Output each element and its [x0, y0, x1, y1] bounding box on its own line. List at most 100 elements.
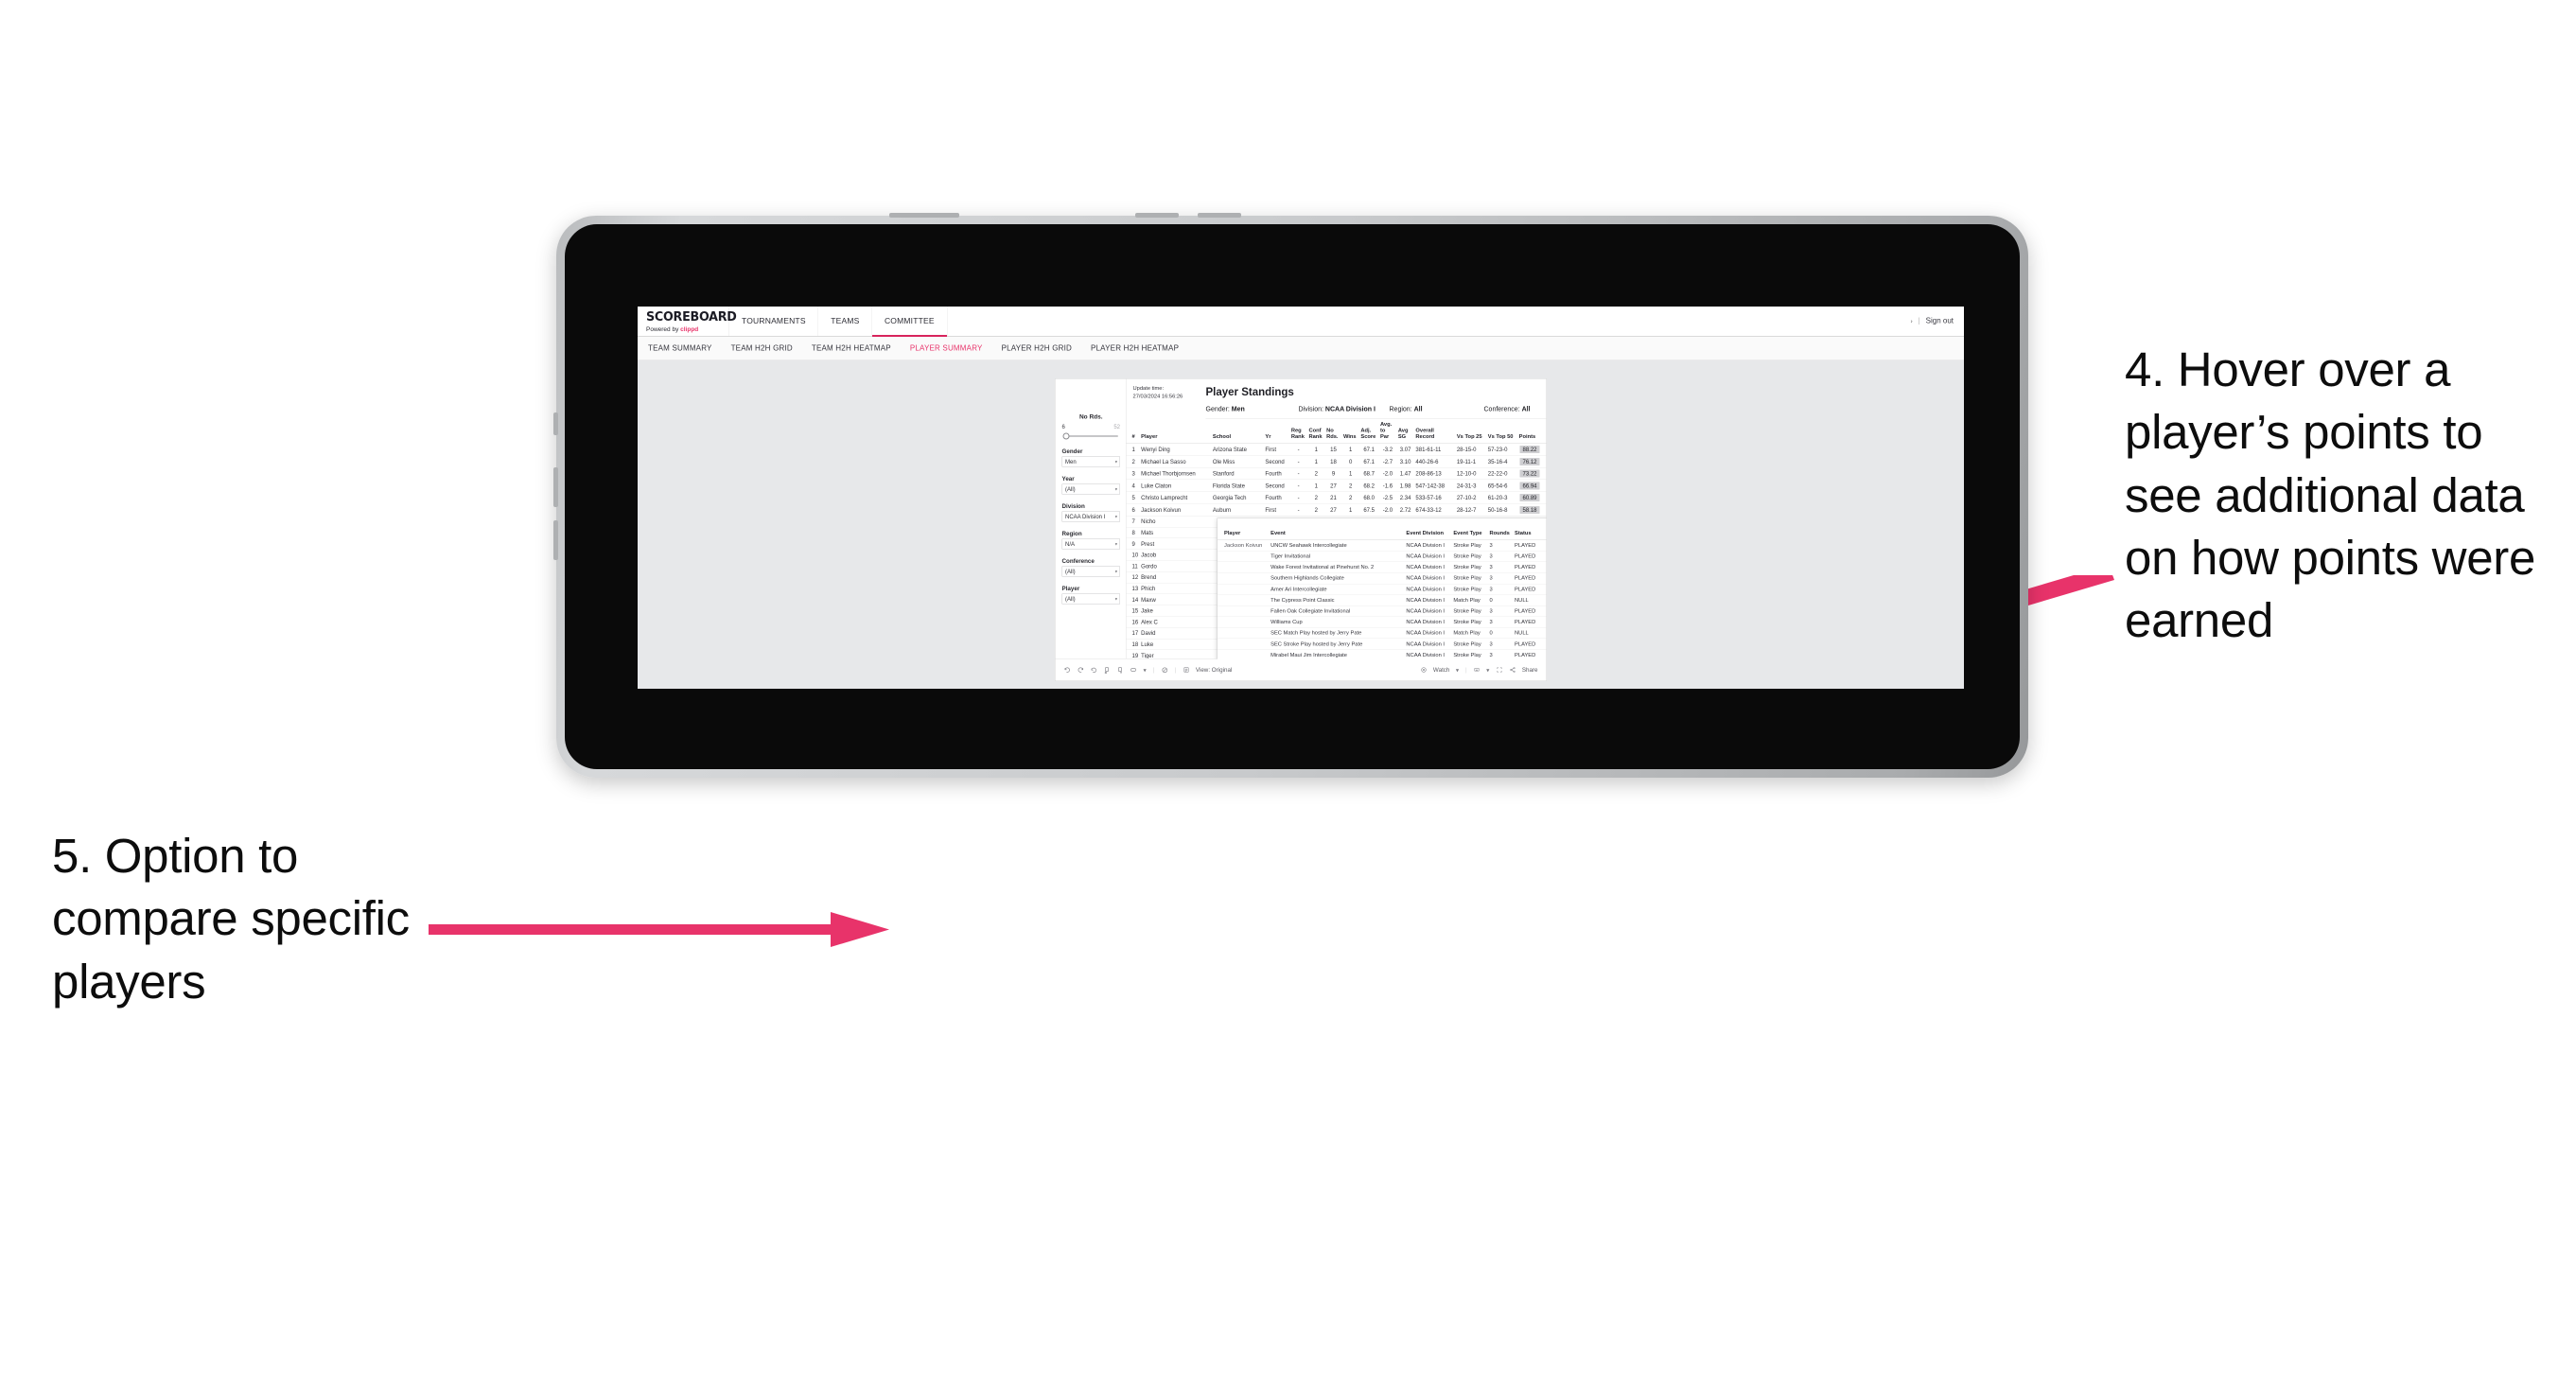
brand-logo[interactable]: SCOREBOARD Powered by clippd — [638, 307, 737, 336]
cell-cr: 1 — [1306, 443, 1325, 456]
tt-cell-status: PLAYED — [1513, 551, 1546, 563]
tt-cell-rank-impact: +0 — [1545, 638, 1547, 650]
app-content: SCOREBOARD Powered by clippd TOURNAMENTS… — [638, 307, 1964, 689]
fullscreen-icon[interactable] — [1496, 667, 1502, 674]
col-vs-top-50[interactable]: Vs Top 50 — [1486, 418, 1518, 444]
side-button-c[interactable] — [553, 520, 558, 560]
col-wins[interactable]: Wins — [1341, 418, 1359, 444]
points-chip[interactable]: 76.12 — [1519, 457, 1540, 465]
cell-num: 1 — [1126, 443, 1140, 456]
cell-atp: -2.7 — [1378, 455, 1397, 468]
refresh-icon[interactable] — [1104, 666, 1112, 674]
pause-icon[interactable] — [1117, 666, 1125, 674]
slider-handle[interactable] — [1062, 432, 1070, 440]
points-chip[interactable]: 66.94 — [1519, 482, 1540, 490]
tt-cell-event: Amer Ari Intercollegiate — [1269, 584, 1405, 595]
cell-w: 1 — [1341, 443, 1359, 456]
cell-points[interactable]: 88.22 — [1517, 443, 1547, 456]
cell-nr: 21 — [1324, 491, 1342, 504]
nav-teams[interactable]: TEAMS — [818, 307, 872, 336]
device-preview-icon[interactable] — [1130, 666, 1138, 674]
volume-up-button[interactable] — [1135, 213, 1179, 218]
tt-cell-rank-impact: +1 — [1545, 649, 1547, 659]
tab-team-h2h-heatmap[interactable]: TEAM H2H HEATMAP — [812, 344, 891, 353]
cell-points[interactable]: 60.89 — [1517, 491, 1547, 504]
share-control[interactable]: Share — [1509, 667, 1538, 674]
filter-division-select[interactable]: NCAA Division I ▾ — [1061, 511, 1120, 522]
col-adj-score[interactable]: Adj. Score — [1358, 418, 1379, 444]
cell-sg: 1.47 — [1396, 467, 1414, 481]
cell-player: David — [1139, 627, 1212, 640]
col-points[interactable]: Points — [1517, 418, 1547, 444]
cell-points[interactable]: 66.94 — [1517, 479, 1547, 492]
tablet-screen: SCOREBOARD Powered by clippd TOURNAMENTS… — [565, 224, 2020, 769]
cell-ovr: 547-142-38 — [1413, 479, 1456, 492]
view-control[interactable]: View: Original — [1183, 667, 1232, 674]
col-school[interactable]: School — [1211, 418, 1264, 444]
reset-icon[interactable] — [1161, 666, 1168, 674]
nav-committee[interactable]: COMMITTEE — [871, 307, 948, 337]
redo-icon[interactable] — [1078, 666, 1085, 674]
filter-region-select[interactable]: N/A ▾ — [1061, 538, 1120, 550]
filter-gender-select[interactable]: Men ▾ — [1061, 456, 1120, 467]
watch-control[interactable]: Watch ▾ — [1420, 666, 1459, 674]
table-row[interactable]: 2 Michael La Sasso Ole Miss Second -1 18 0 67.1… — [1126, 455, 1547, 468]
tab-team-h2h-grid[interactable]: TEAM H2H GRID — [731, 344, 793, 353]
points-chip[interactable]: 88.22 — [1519, 445, 1540, 453]
points-chip[interactable]: 73.22 — [1519, 469, 1540, 478]
cell-points[interactable]: 58.18 — [1517, 503, 1547, 517]
col-rank[interactable]: # — [1126, 418, 1140, 444]
filter-year-select[interactable]: (All) ▾ — [1061, 483, 1120, 495]
nav-tournaments[interactable]: TOURNAMENTS — [729, 307, 819, 336]
tab-player-h2h-grid[interactable]: PLAYER H2H GRID — [1002, 344, 1072, 353]
table-row[interactable]: 1 Wenyi Ding Arizona State First -1 15 1 67.1 -3… — [1126, 443, 1547, 456]
sign-out-link[interactable]: Sign out — [1926, 317, 1954, 325]
undo-icon[interactable] — [1064, 666, 1072, 674]
summary-conference-value: All — [1521, 405, 1531, 412]
tab-team-summary[interactable]: TEAM SUMMARY — [648, 344, 712, 353]
cell-t50: 57-23-0 — [1486, 443, 1518, 456]
cell-ovr: 208-86-13 — [1413, 467, 1456, 481]
chevron-down-icon[interactable]: ▾ — [1144, 666, 1147, 674]
col-avg-sg[interactable]: Avg SG — [1396, 418, 1414, 444]
side-button-a[interactable] — [553, 412, 558, 435]
col-vs-top-25[interactable]: Vs Top 25 — [1455, 418, 1487, 444]
filter-conference-select[interactable]: (All) ▾ — [1061, 566, 1120, 577]
col-no-rds[interactable]: No Rds. — [1324, 418, 1342, 444]
power-button[interactable] — [889, 213, 959, 218]
tooltip-head: Player Event Event Division Event Type R… — [1218, 523, 1547, 540]
side-button-b[interactable] — [553, 467, 558, 507]
summary-gender-value: Men — [1231, 405, 1245, 412]
table-row[interactable]: 5 Christo Lamprecht Georgia Tech Fourth -2 21… — [1126, 491, 1547, 504]
col-avg-to-par[interactable]: Avg. to Par — [1378, 418, 1397, 444]
no-rounds-slider[interactable] — [1062, 432, 1121, 440]
cell-num: 4 — [1126, 479, 1140, 492]
tt-cell-player: Jackson Koivun — [1218, 539, 1270, 552]
col-yr[interactable]: Yr — [1263, 418, 1290, 444]
annotation-5-text: 5. Option to compare specific players — [52, 829, 410, 1009]
summary-region: Region: All — [1390, 405, 1484, 412]
col-overall-record[interactable]: Overall Record — [1413, 418, 1456, 444]
cell-points[interactable]: 76.12 — [1517, 455, 1547, 468]
tab-player-summary[interactable]: PLAYER SUMMARY — [910, 344, 983, 353]
col-player[interactable]: Player — [1139, 418, 1212, 444]
filter-player-select[interactable]: (All) ▾ — [1061, 593, 1120, 605]
table-row[interactable]: 6 Jackson Koivun Auburn First -2 27 1 67.5 -2.0 2… — [1126, 503, 1547, 517]
table-row[interactable]: 4 Luke Claton Florida State Second -1 27 2 68.2… — [1126, 479, 1547, 492]
tt-cell-type: Stroke Play — [1451, 572, 1488, 585]
view-icon — [1183, 667, 1189, 674]
dashboard-sheet: No Rds. 6 52 Gender Men ▾ Year (All) ▾ D… — [1055, 378, 1547, 681]
revert-icon[interactable] — [1091, 666, 1098, 674]
chevron-right-icon[interactable]: › — [1911, 318, 1913, 325]
cell-ovr: 674-33-12 — [1413, 503, 1456, 517]
download-control[interactable]: ▾ — [1474, 666, 1489, 674]
tab-player-h2h-heatmap[interactable]: PLAYER H2H HEATMAP — [1091, 344, 1179, 353]
col-conf-rank[interactable]: Conf Rank — [1306, 418, 1325, 444]
points-chip[interactable]: 60.89 — [1519, 494, 1540, 502]
tt-cell-rank-impact: -1 — [1545, 616, 1547, 628]
table-row[interactable]: 3 Michael Thorbjornsen Stanford Fourth -2 9 1 6… — [1126, 467, 1547, 481]
col-reg-rank[interactable]: Reg Rank — [1289, 418, 1307, 444]
points-chip[interactable]: 58.18 — [1519, 505, 1540, 514]
volume-down-button[interactable] — [1198, 213, 1241, 218]
cell-points[interactable]: 73.22 — [1517, 467, 1547, 481]
